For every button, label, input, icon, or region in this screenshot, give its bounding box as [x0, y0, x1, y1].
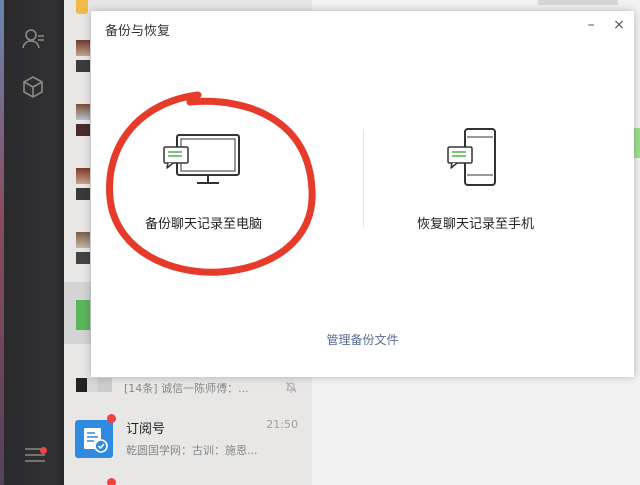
monitor-icon	[163, 133, 243, 188]
unread-badge	[107, 478, 116, 485]
list-item[interactable]: 订阅号 21:50 乾圆国学网：古训：施恩...	[64, 410, 312, 472]
mini-program-cube-icon[interactable]	[20, 74, 46, 100]
chat-preview: 乾圆国学网：古训：施恩...	[126, 444, 258, 457]
close-icon[interactable]: ×	[611, 17, 627, 33]
desktop-edge	[0, 0, 4, 485]
backup-option-label: 备份聊天记录至电脑	[145, 217, 263, 232]
phone-icon	[443, 127, 503, 189]
avatar	[76, 104, 90, 120]
dialog-title: 备份与恢复	[105, 24, 171, 39]
avatar	[76, 40, 90, 56]
chat-title: 订阅号	[126, 422, 166, 437]
message-bubble	[634, 128, 640, 158]
backup-to-pc-button[interactable]: 备份聊天记录至电脑	[131, 121, 291, 241]
avatar	[76, 232, 90, 248]
avatar	[76, 378, 112, 392]
nav-rail	[0, 0, 64, 485]
avatar	[76, 0, 88, 14]
window-control[interactable]	[634, 30, 640, 42]
chat-preview: [14条] 诚信一陈师傅：...	[124, 382, 249, 395]
avatar	[76, 168, 90, 184]
restore-to-phone-button[interactable]: 恢复聊天记录至手机	[403, 121, 563, 241]
unread-badge	[107, 414, 116, 423]
menu-notification-dot	[40, 447, 47, 454]
chat-time: 21:50	[266, 418, 298, 431]
avatar	[76, 124, 90, 136]
avatar	[76, 188, 90, 200]
subscription-avatar-icon	[75, 420, 113, 458]
manage-backup-link[interactable]: 管理备份文件	[91, 331, 634, 348]
restore-option-label: 恢复聊天记录至手机	[417, 217, 535, 232]
avatar	[76, 60, 90, 72]
backup-restore-dialog: 备份与恢复 – × 备份聊天记录至电脑 恢复聊天记录至手机 管理备份文件	[91, 11, 634, 377]
minimize-icon[interactable]: –	[583, 17, 599, 33]
contacts-icon[interactable]	[20, 26, 46, 52]
avatar	[76, 300, 90, 330]
toolbar-button[interactable]	[538, 0, 618, 5]
bell-muted-icon	[284, 379, 298, 393]
dialog-divider	[363, 129, 364, 227]
avatar	[76, 252, 90, 264]
